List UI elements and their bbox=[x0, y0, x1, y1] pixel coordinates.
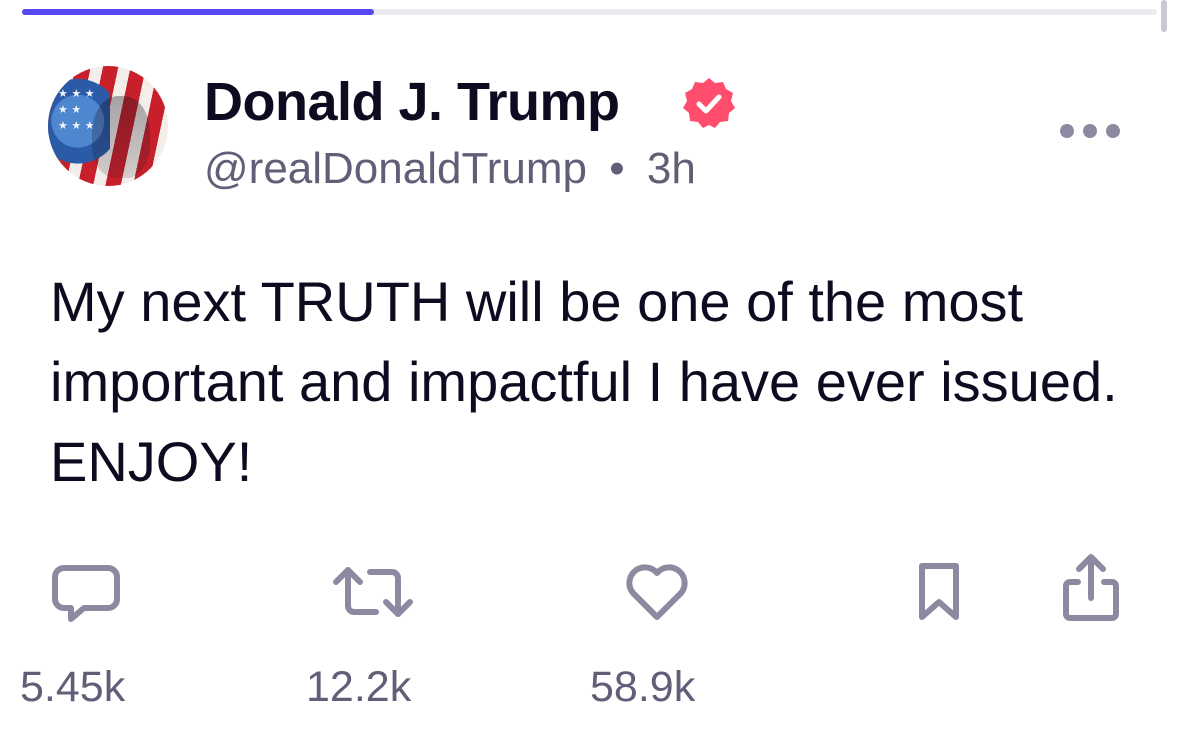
post-timestamp[interactable]: 3h bbox=[647, 144, 696, 193]
verified-badge-icon bbox=[683, 78, 735, 128]
bookmark-button[interactable] bbox=[914, 560, 964, 624]
author-meta: @realDonaldTrump • 3h bbox=[204, 142, 696, 196]
share-button[interactable] bbox=[1060, 552, 1122, 626]
more-dot-icon bbox=[1060, 124, 1074, 138]
avatar-portrait bbox=[92, 96, 150, 178]
author-display-name[interactable]: Donald J. Trump bbox=[204, 72, 620, 132]
like-button[interactable] bbox=[624, 562, 690, 622]
avatar[interactable] bbox=[48, 66, 168, 186]
more-dot-icon bbox=[1083, 124, 1097, 138]
author-handle[interactable]: @realDonaldTrump bbox=[204, 144, 587, 193]
reply-button[interactable] bbox=[50, 562, 122, 626]
more-dot-icon bbox=[1106, 124, 1120, 138]
progress-bar bbox=[22, 9, 1157, 15]
post-body-text: My next TRUTH will be one of the most im… bbox=[50, 270, 1118, 493]
meta-separator: • bbox=[609, 144, 625, 193]
more-options-button[interactable] bbox=[1060, 118, 1124, 144]
retruth-count: 12.2k bbox=[306, 663, 412, 711]
scrollbar-thumb[interactable] bbox=[1161, 0, 1167, 32]
progress-bar-fill bbox=[22, 9, 374, 15]
reply-count: 5.45k bbox=[20, 663, 126, 711]
share-icon bbox=[1063, 554, 1119, 621]
bookmark-icon bbox=[919, 563, 959, 620]
retruth-button[interactable] bbox=[332, 562, 414, 622]
heart-icon bbox=[626, 564, 688, 620]
comment-icon bbox=[52, 565, 120, 622]
like-count: 58.9k bbox=[590, 663, 696, 711]
retruth-icon bbox=[333, 567, 413, 617]
